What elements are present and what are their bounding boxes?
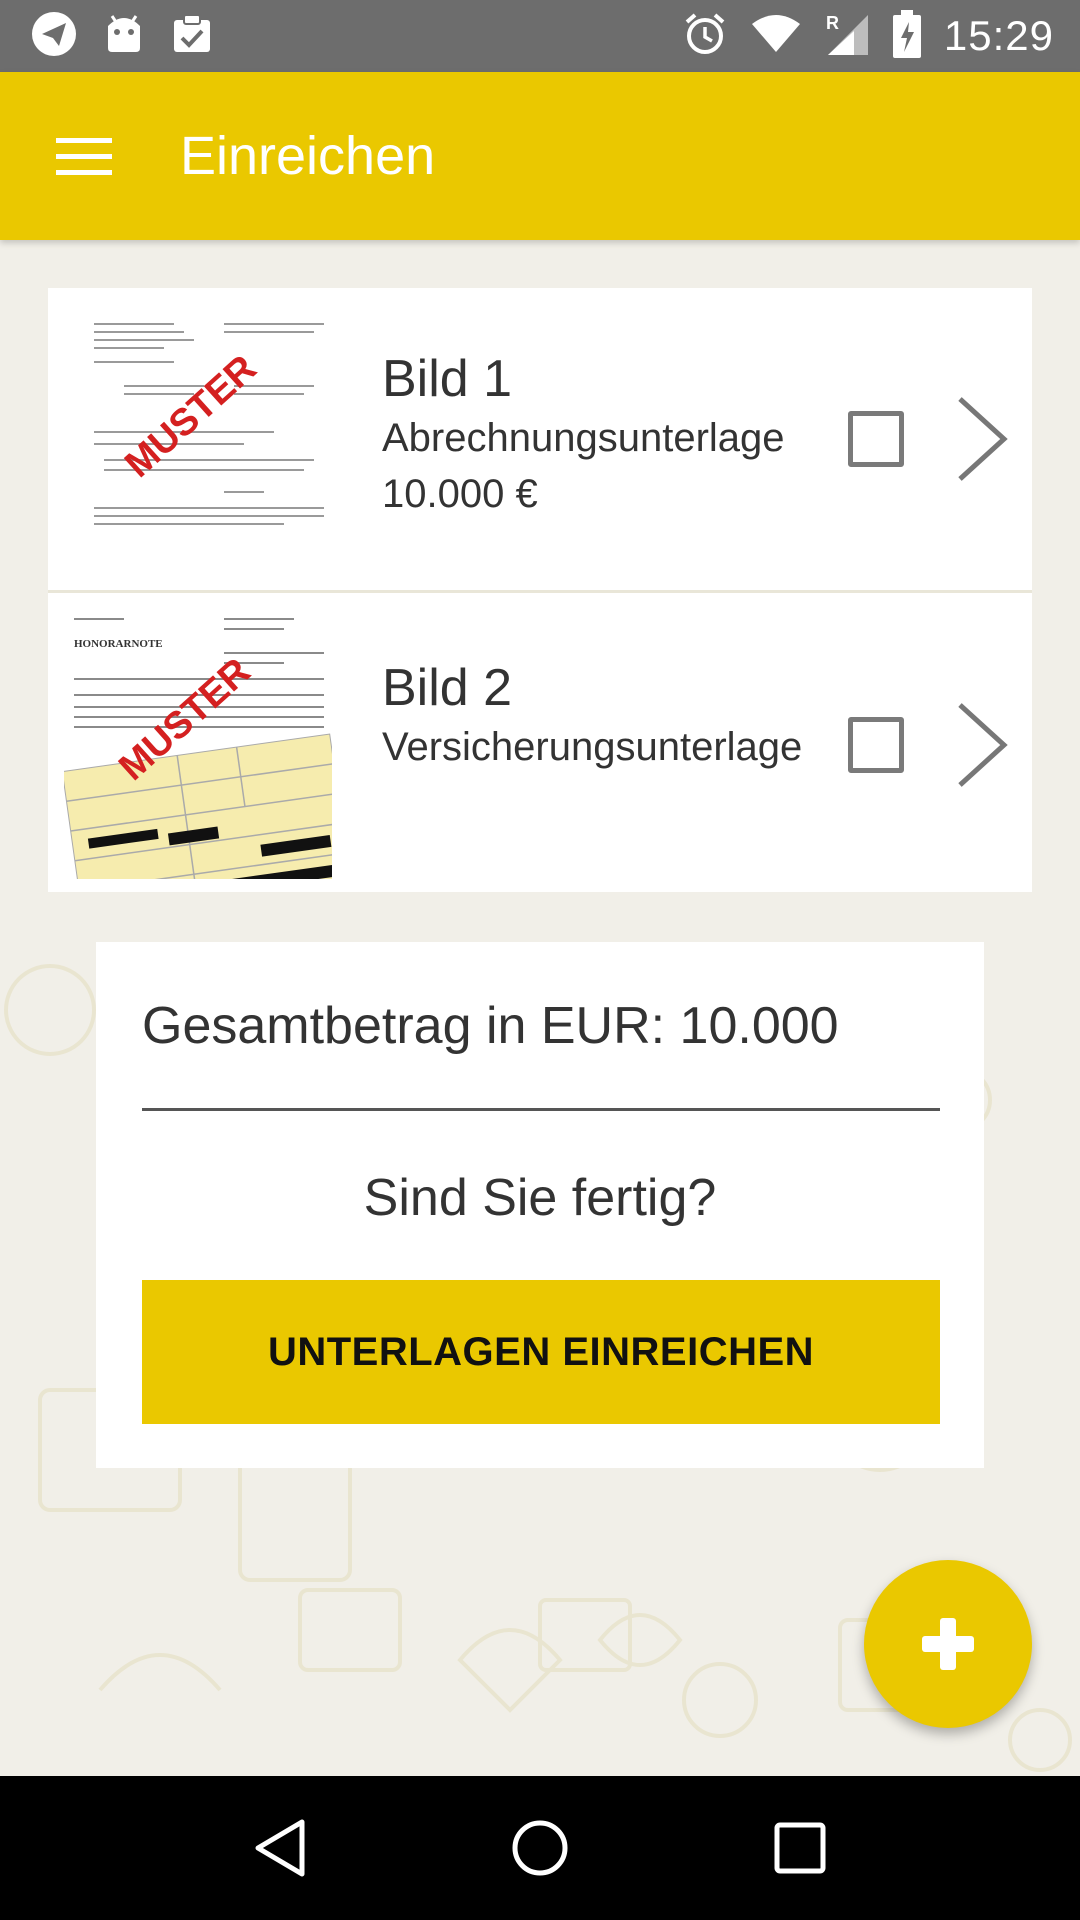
completion-question: Sind Sie fertig? xyxy=(363,1169,717,1227)
alarm-icon xyxy=(682,11,728,62)
signal-roaming-icon: R xyxy=(824,11,870,62)
document-checkbox[interactable] xyxy=(848,411,904,467)
document-type: Versicherungsunterlage xyxy=(382,725,803,769)
divider xyxy=(142,1108,940,1111)
submit-documents-button[interactable]: UNTERLAGEN EINREICHEN xyxy=(142,1280,940,1424)
document-list: MUSTER Bild 1 Abrechnungsunterlage 10.00… xyxy=(48,288,1032,892)
clipboard-check-icon xyxy=(170,12,214,61)
back-icon[interactable] xyxy=(235,1803,325,1893)
status-time: 15:29 xyxy=(943,12,1054,59)
summary-card: Gesamtbetrag in EUR: 10.000 Sind Sie fer… xyxy=(96,942,984,1468)
receipt-preview-image: HONORARNOTE MUSTER xyxy=(64,607,332,879)
document-thumbnail[interactable]: MUSTER xyxy=(64,302,332,574)
status-bar: R 15:29 xyxy=(0,0,1080,72)
hamburger-menu-icon[interactable] xyxy=(42,114,126,198)
document-checkbox[interactable] xyxy=(848,717,904,773)
svg-text:R: R xyxy=(826,13,839,33)
document-row-2[interactable]: HONORARNOTE MUSTER Bild 2 Versicherungsu… xyxy=(48,590,1032,892)
document-title: Bild 1 xyxy=(382,350,513,408)
document-thumbnail[interactable]: HONORARNOTE MUSTER xyxy=(64,607,332,879)
screen: R 15:29 Einreichen MUSTER Bild 1 Abrechn… xyxy=(0,0,1080,1920)
document-title: Bild 2 xyxy=(382,659,513,717)
plus-icon xyxy=(922,1618,974,1670)
home-icon[interactable] xyxy=(495,1803,585,1893)
invoice-preview-image: MUSTER xyxy=(64,302,332,574)
wifi-icon xyxy=(750,14,802,59)
telegram-icon xyxy=(30,10,78,63)
recents-icon[interactable] xyxy=(755,1803,845,1893)
app-bar: Einreichen xyxy=(0,72,1080,240)
document-type: Abrechnungsunterlage xyxy=(382,416,785,460)
total-amount: Gesamtbetrag in EUR: 10.000 xyxy=(142,997,839,1055)
chevron-right-icon[interactable] xyxy=(952,393,1012,485)
chevron-right-icon[interactable] xyxy=(952,699,1012,791)
add-document-button[interactable] xyxy=(864,1560,1032,1728)
page-title: Einreichen xyxy=(180,126,436,186)
document-row-1[interactable]: MUSTER Bild 1 Abrechnungsunterlage 10.00… xyxy=(48,288,1032,590)
battery-charging-icon xyxy=(892,9,922,63)
android-icon xyxy=(104,12,144,61)
document-amount: 10.000 € xyxy=(382,472,538,516)
navigation-bar xyxy=(0,1776,1080,1920)
thumbnail-heading: HONORARNOTE xyxy=(74,638,163,650)
